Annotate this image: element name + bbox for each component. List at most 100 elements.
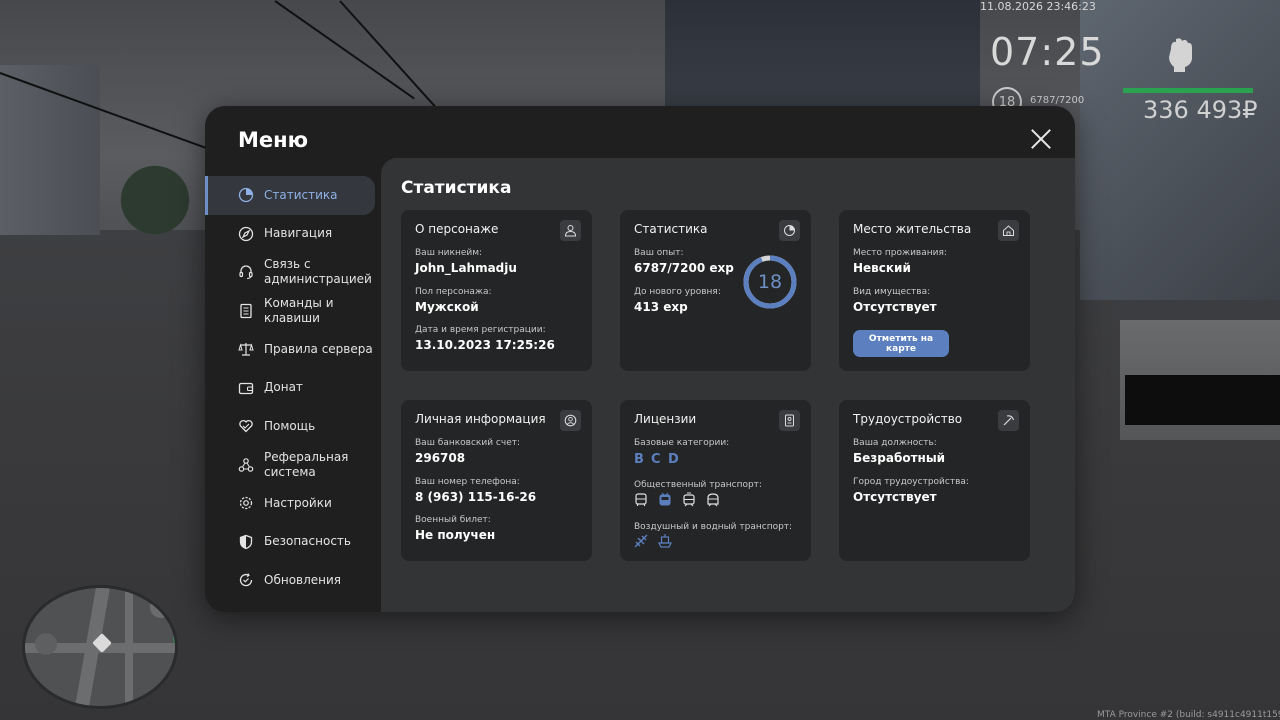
sidebar: Статистика Навигация Связь с администрац… (205, 176, 381, 600)
hud-datetime: 11.08.2026 23:46:23 (980, 0, 1096, 13)
sidebar-item-admin-contact[interactable]: Связь с администрацией (205, 253, 381, 292)
card-title: Трудоустройство (853, 412, 963, 426)
sidebar-item-label: Правила сервера (264, 341, 373, 356)
close-button[interactable] (1030, 128, 1052, 150)
nickname-value: John_Lahmadju (415, 261, 517, 275)
content-title: Статистика (401, 178, 512, 198)
health-bar (1123, 88, 1253, 93)
card-employment: Трудоустройство Ваша должность: Безработ… (839, 400, 1030, 561)
sidebar-item-rules[interactable]: Правила сервера (205, 330, 381, 369)
exp-label: Ваш опыт: (634, 248, 684, 258)
sidebar-item-commands[interactable]: Команды и клавиши (205, 292, 381, 331)
sidebar-item-help[interactable]: Помощь (205, 407, 381, 446)
sidebar-item-label: Безопасность (264, 534, 351, 549)
sidebar-item-label: Навигация (264, 226, 333, 241)
build-info: MTA Province #2 (build: s4911c4911t1596v… (1097, 710, 1280, 720)
trolleybus-icon (657, 492, 673, 508)
wallet-icon (238, 380, 254, 396)
headset-icon (238, 264, 254, 280)
level-number: 18 (757, 271, 783, 293)
sidebar-item-label: Донат (264, 380, 303, 395)
sidebar-item-donate[interactable]: Донат (205, 369, 381, 408)
home-icon (998, 220, 1019, 241)
property-label: Вид имущества: (853, 287, 931, 297)
bank-account-value: 296708 (415, 451, 466, 465)
sidebar-item-label: Связь с администрацией (264, 257, 372, 287)
ship-icon (657, 533, 673, 549)
phone-value: 8 (963) 115-16-26 (415, 490, 537, 504)
license-category-d: D (668, 452, 679, 467)
place-label: Место проживания: (853, 248, 947, 258)
sidebar-item-updates[interactable]: Обновления (205, 561, 381, 600)
scales-icon (238, 341, 254, 357)
hud-exp: 6787/7200 (1030, 95, 1085, 106)
sidebar-item-label: Настройки (264, 495, 332, 510)
sidebar-item-label: Команды и клавиши (264, 295, 334, 325)
property-value: Отсутствует (853, 300, 937, 314)
license-category-c: C (651, 452, 661, 467)
license-card-icon (779, 410, 800, 431)
card-title: Личная информация (415, 412, 546, 426)
card-residence: Место жительства Место проживания: Невск… (839, 210, 1030, 371)
bank-account-label: Ваш банковский счет: (415, 438, 521, 448)
sidebar-item-settings[interactable]: Настройки (205, 484, 381, 523)
pickaxe-icon (998, 410, 1019, 431)
nickname-label: Ваш никнейм: (415, 248, 483, 258)
minimap (22, 585, 178, 709)
sidebar-item-label: Обновления (264, 572, 342, 587)
work-city-value: Отсутствует (853, 490, 937, 504)
trees (110, 140, 200, 240)
military-value: Не получен (415, 528, 496, 542)
place-value: Невский (853, 261, 911, 275)
gear-icon (238, 495, 254, 511)
building-right (665, 0, 980, 120)
registration-value: 13.10.2023 17:25:26 (415, 338, 555, 352)
sidebar-item-statistics[interactable]: Статистика (205, 176, 375, 215)
card-title: Статистика (634, 222, 708, 236)
mark-on-map-button[interactable]: Отметить на карте (853, 330, 949, 357)
card-title: О персонаже (415, 222, 499, 236)
card-title: Лицензии (634, 412, 697, 426)
card-about-character: О персонаже Ваш никнейм: John_Lahmadju П… (401, 210, 592, 371)
military-label: Военный билет: (415, 515, 491, 525)
user-icon (560, 220, 581, 241)
basic-categories-label: Базовые категории: (634, 438, 730, 448)
card-statistics: Статистика Ваш опыт: 6787/7200 exp До но… (620, 210, 811, 371)
pie-chart-icon (238, 187, 254, 203)
registration-label: Дата и время регистрации: (415, 325, 546, 335)
sidebar-item-label: Реферальная система (264, 449, 349, 479)
user-circle-icon (560, 410, 581, 431)
compass-icon (238, 226, 254, 242)
handshake-heart-icon (238, 418, 254, 434)
hud-clock: 07:25 (990, 30, 1105, 74)
menu-panel: Меню Статистика Навигация Связь с админи… (205, 106, 1075, 612)
pie-chart-icon (779, 220, 800, 241)
tram-icon (681, 492, 697, 508)
sidebar-item-navigation[interactable]: Навигация (205, 215, 381, 254)
sidebar-item-label: Помощь (264, 418, 316, 433)
shield-icon (238, 534, 254, 550)
card-personal-info: Личная информация Ваш банковский счет: 2… (401, 400, 592, 561)
position-label: Ваша должность: (853, 438, 937, 448)
card-licenses: Лицензии Базовые категории: B C D Общест… (620, 400, 811, 561)
card-title: Место жительства (853, 222, 972, 236)
public-transport-label: Общественный транспорт: (634, 480, 762, 490)
bank-map-icon (35, 633, 57, 655)
network-icon (238, 457, 254, 473)
hud-money: 336 493₽ (1143, 96, 1258, 124)
sidebar-item-label: Статистика (264, 187, 338, 202)
gender-value: Мужской (415, 300, 479, 314)
menu-title: Меню (238, 128, 309, 152)
work-city-label: Город трудоустройства: (853, 477, 969, 487)
document-icon (238, 303, 254, 319)
sidebar-item-referral[interactable]: Реферальная система (205, 446, 381, 485)
gender-label: Пол персонажа: (415, 287, 492, 297)
next-level-value: 413 exp (634, 300, 688, 314)
position-value: Безработный (853, 451, 946, 465)
planter-shadow (1125, 375, 1280, 425)
fist-icon (1165, 35, 1195, 73)
next-level-label: До нового уровня: (634, 287, 721, 297)
bus-icon (633, 492, 649, 508)
sidebar-item-security[interactable]: Безопасность (205, 523, 381, 562)
phone-label: Ваш номер телефона: (415, 477, 520, 487)
